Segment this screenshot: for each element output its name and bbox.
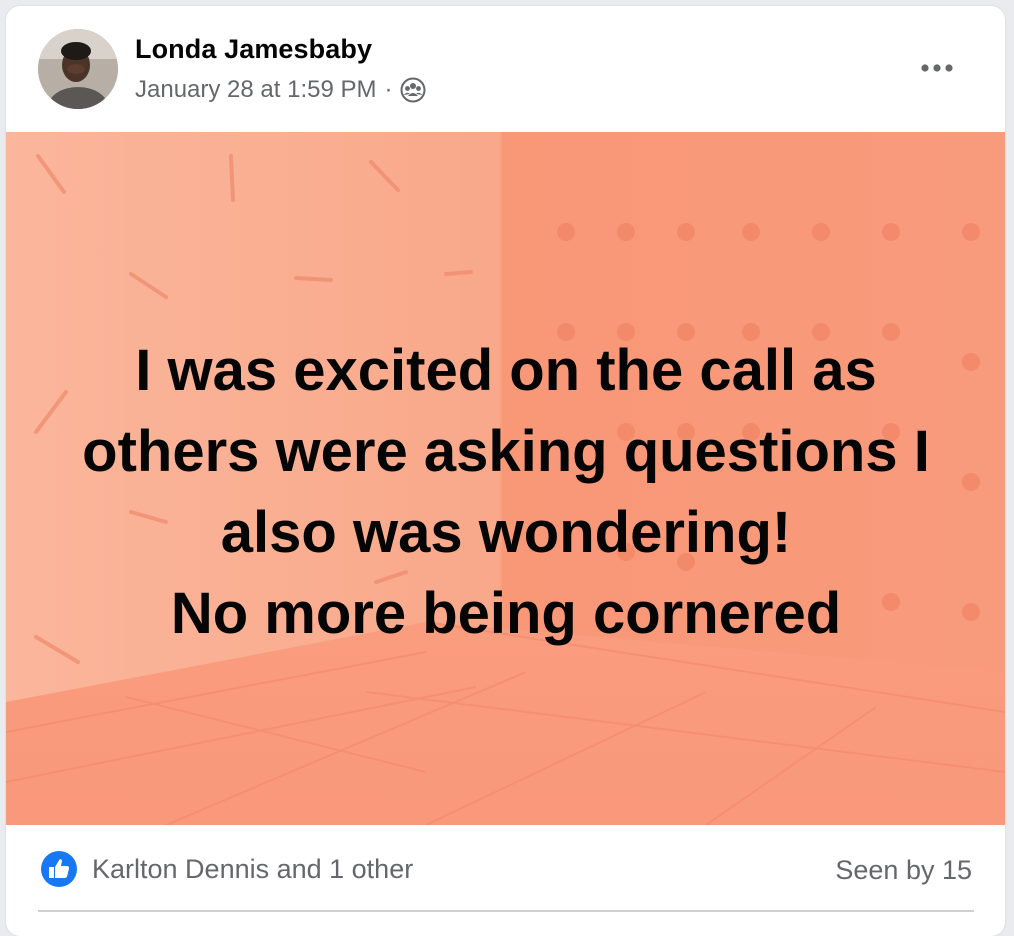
post-header: Londa Jamesbaby January 28 at 1:59 PM · [6,6,1005,132]
avatar[interactable] [38,29,118,109]
post-timestamp[interactable]: January 28 at 1:59 PM [135,76,376,104]
post-text-line: I was excited on the call as [135,338,877,403]
author-name[interactable]: Londa Jamesbaby [135,34,372,65]
post-background-image[interactable]: I was excited on the call as others were… [6,132,1005,825]
meta-separator: · [384,76,393,103]
post-meta: January 28 at 1:59 PM · [135,76,426,104]
group-audience-icon[interactable] [400,77,426,103]
more-options-button[interactable] [912,48,962,88]
reactors-text[interactable]: Karlton Dennis and 1 other [92,854,413,885]
post-text-line: others were asking questions I [82,419,930,484]
post-card: Londa Jamesbaby January 28 at 1:59 PM · [6,6,1005,936]
more-options-icon [921,64,953,72]
like-reaction-icon [40,850,78,888]
post-text-line: No more being cornered [170,581,842,646]
post-text-line: also was wondering! [220,500,792,565]
post-footer: Karlton Dennis and 1 other Seen by 15 [6,825,1005,936]
post-text: I was excited on the call as others were… [46,330,966,654]
reactions-summary[interactable]: Karlton Dennis and 1 other [40,850,413,888]
seen-count[interactable]: Seen by 15 [835,855,972,886]
avatar-image [38,29,118,109]
footer-divider [38,910,974,912]
